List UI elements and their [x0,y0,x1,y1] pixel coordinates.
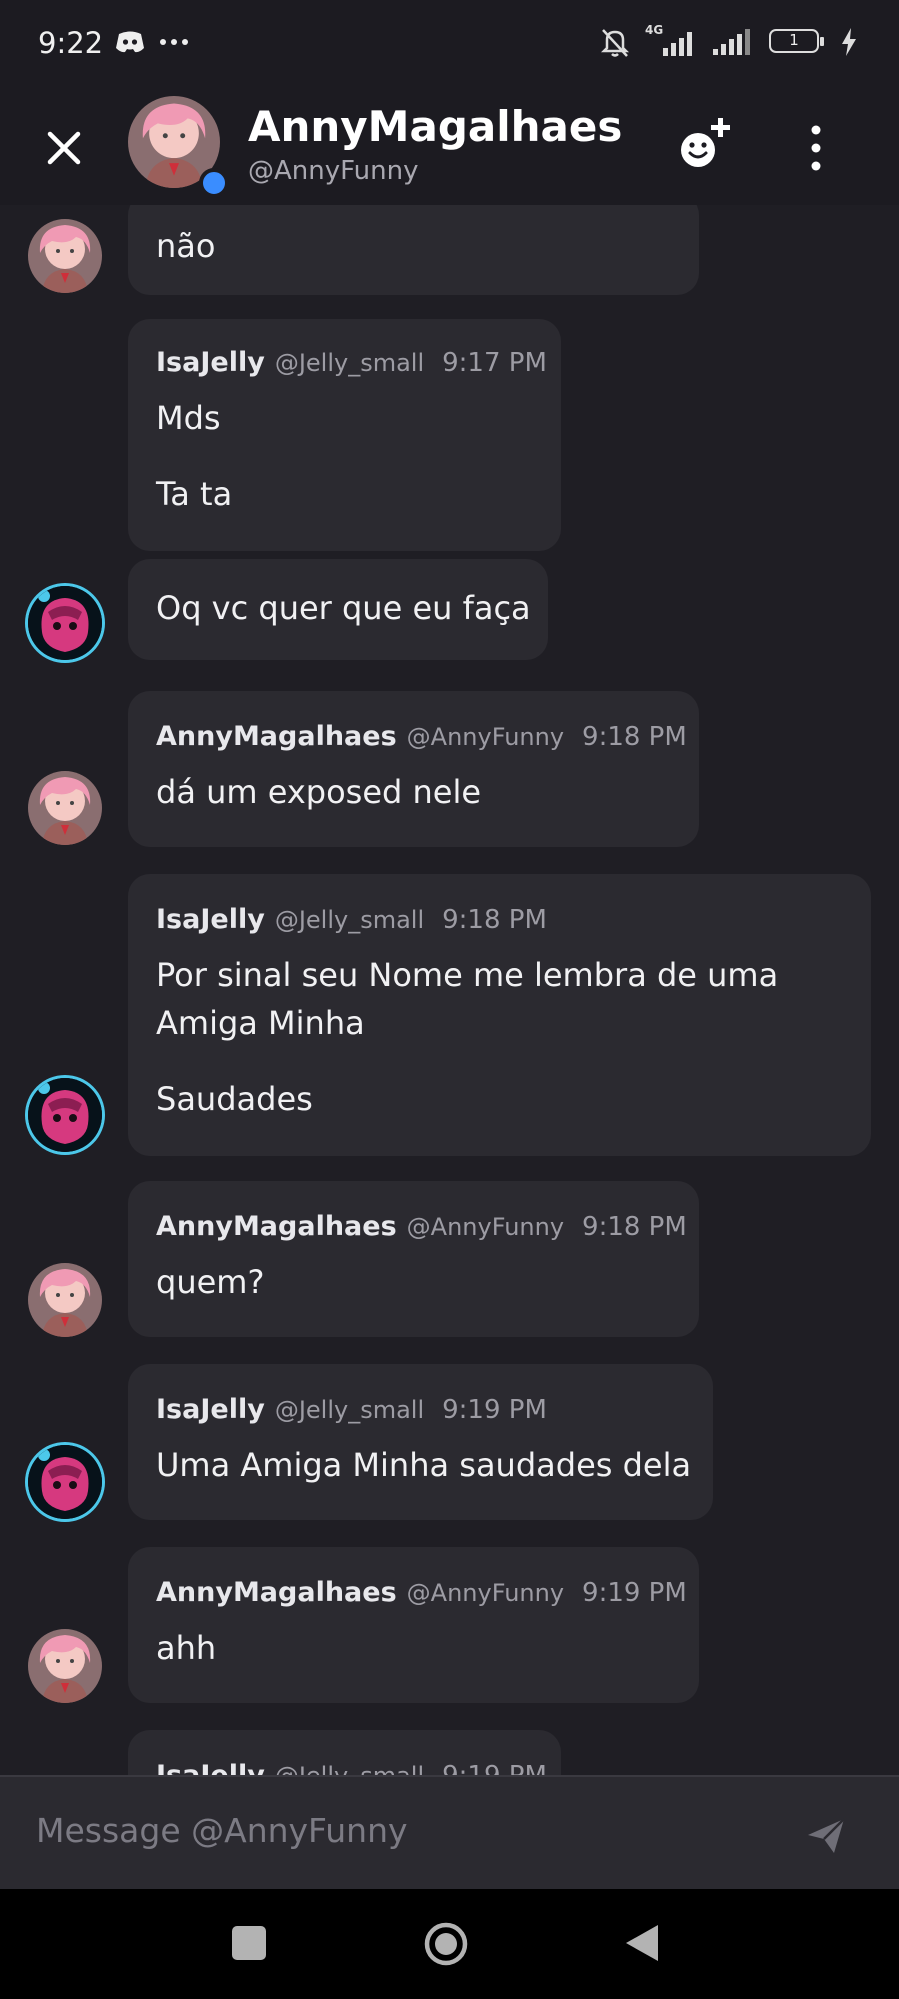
message-bubble[interactable]: AnnyMagalhaes @AnnyFunny 9:18 PM quem? [128,1181,699,1337]
message-author[interactable]: IsaJelly [156,904,265,935]
mute-bell-icon [600,29,630,57]
discord-icon [116,31,144,53]
message-text: não [156,227,216,265]
avatar[interactable] [28,1629,102,1703]
add-friend-icon[interactable] [674,112,738,176]
online-status-dot [199,168,229,198]
message-bubble[interactable]: AnnyMagalhaes @AnnyFunny 9:19 PM ahh [128,1547,699,1703]
message-list[interactable]: não IsaJelly @Jelly_small 9:17 PM Mds Ta… [0,205,899,1775]
message-handle: @AnnyFunny [406,1579,565,1607]
message-composer: Message @AnnyFunny [0,1775,899,1889]
message-time: 9:19 PM [582,1578,687,1608]
message-time: 9:18 PM [582,1212,687,1242]
message-bubble[interactable]: não [128,205,699,295]
home-icon[interactable] [423,1921,469,1967]
signal-4g-icon: 4G [645,23,699,58]
message-meta: IsaJelly @Jelly_small 9:18 PM [156,904,547,935]
message-text: Por sinal seu Nome me lembra de uma [156,956,779,994]
more-vertical-icon[interactable] [800,118,832,178]
message-time: 9:17 PM [442,348,547,378]
more-notifications-icon [160,39,188,45]
avatar[interactable] [28,1445,102,1519]
message-bubble[interactable]: AnnyMagalhaes @AnnyFunny 9:18 PM dá um e… [128,691,699,847]
message-handle: @Jelly_small [274,1396,425,1424]
close-icon[interactable] [40,124,88,172]
message-author[interactable]: AnnyMagalhaes [156,1577,397,1608]
message-time: 9:19 PM [442,1395,547,1425]
message-input[interactable]: Message @AnnyFunny [36,1811,408,1850]
charging-bolt-icon [842,28,856,56]
header-handle: @AnnyFunny [248,156,419,186]
message-text: Ta ta [156,475,233,513]
message-text: ahh [156,1629,217,1667]
message-author[interactable]: AnnyMagalhaes [156,721,397,752]
message-bubble[interactable]: Oq vc quer que eu faça [128,559,548,660]
avatar[interactable] [28,1078,102,1152]
battery-icon: 1 [769,29,827,55]
message-bubble[interactable]: IsaJelly @Jelly_small 9:19 PM [128,1730,561,1775]
message-meta: IsaJelly @Jelly_small 9:19 PM [156,1760,547,1775]
message-author[interactable]: IsaJelly [156,1760,265,1775]
message-bubble[interactable]: IsaJelly @Jelly_small 9:19 PM Uma Amiga … [128,1364,713,1520]
message-author[interactable]: AnnyMagalhaes [156,1211,397,1242]
message-text: Saudades [156,1080,313,1118]
dm-header: AnnyMagalhaes @AnnyFunny [0,92,899,205]
message-author[interactable]: IsaJelly [156,347,265,378]
system-nav-bar [0,1889,899,1999]
message-handle: @Jelly_small [274,906,425,934]
message-text: Mds [156,399,221,437]
signal-icon [713,29,750,55]
message-meta: IsaJelly @Jelly_small 9:19 PM [156,1394,547,1425]
message-handle: @AnnyFunny [406,1213,565,1241]
back-icon[interactable] [624,1923,660,1963]
message-bubble[interactable]: IsaJelly @Jelly_small 9:18 PM Por sinal … [128,874,871,1156]
message-meta: AnnyMagalhaes @AnnyFunny 9:18 PM [156,721,687,752]
recents-icon[interactable] [232,1926,266,1960]
message-meta: AnnyMagalhaes @AnnyFunny 9:18 PM [156,1211,687,1242]
status-left-icons [115,30,189,54]
message-time: 9:18 PM [442,905,547,935]
message-text: Oq vc quer que eu faça [156,589,531,627]
message-text: Amiga Minha [156,1004,365,1042]
message-handle: @AnnyFunny [406,723,565,751]
message-time: 9:18 PM [582,722,687,752]
avatar[interactable] [28,771,102,845]
message-meta: IsaJelly @Jelly_small 9:17 PM [156,347,547,378]
message-text: quem? [156,1263,265,1301]
avatar[interactable] [28,586,102,660]
message-handle: @Jelly_small [275,1762,424,1775]
message-time: 9:19 PM [442,1761,547,1775]
message-author[interactable]: IsaJelly [156,1394,265,1425]
message-bubble[interactable]: IsaJelly @Jelly_small 9:17 PM Mds Ta ta [128,319,561,551]
message-meta: AnnyMagalhaes @AnnyFunny 9:19 PM [156,1577,687,1608]
status-bar: 9:22 4G 1 [0,0,899,92]
status-time: 9:22 [38,26,104,60]
status-right-icons: 4G 1 [599,23,857,58]
message-text: Uma Amiga Minha saudades dela [156,1446,692,1484]
avatar[interactable] [28,219,102,293]
message-handle: @Jelly_small [274,349,425,377]
header-name: AnnyMagalhaes [248,102,623,151]
send-icon[interactable] [806,1815,846,1855]
message-text: dá um exposed nele [156,773,482,811]
avatar[interactable] [28,1263,102,1337]
